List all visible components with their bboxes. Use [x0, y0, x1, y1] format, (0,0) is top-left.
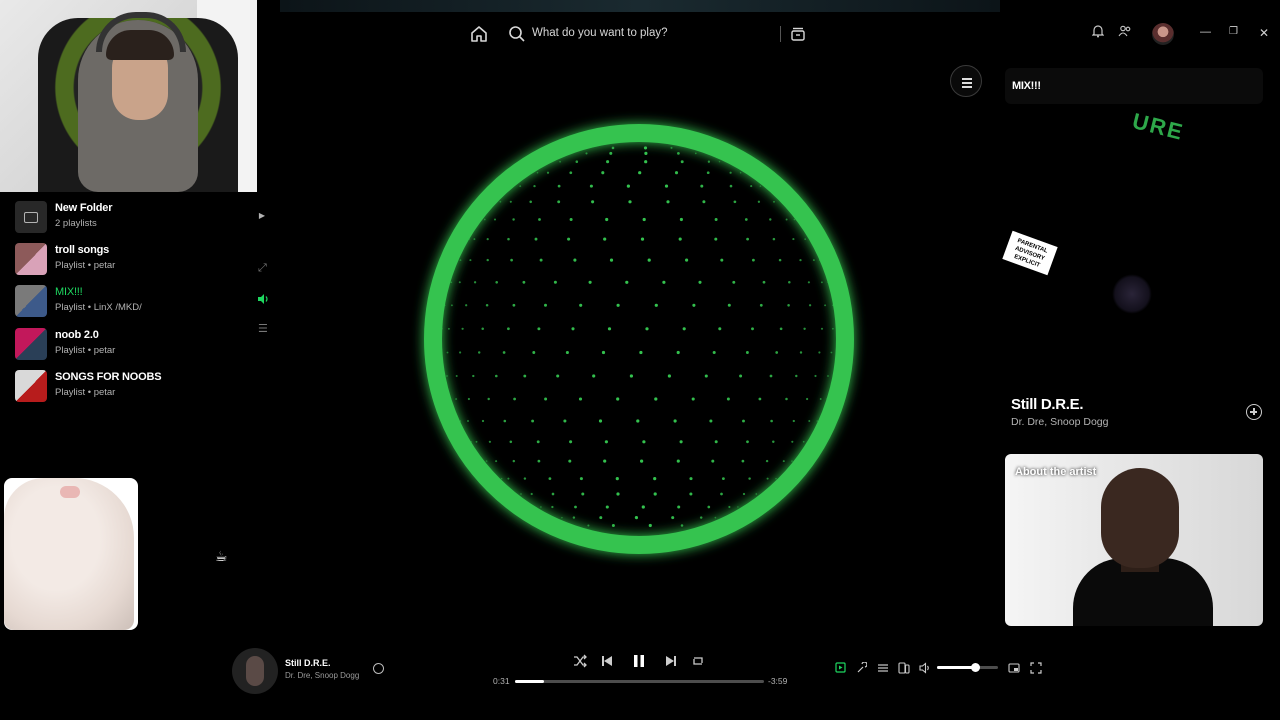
add-to-library-button[interactable] [373, 663, 384, 674]
volume-knob[interactable] [970, 663, 980, 672]
sticker-icon: ☕ [215, 548, 228, 564]
library-item-mix[interactable]: MIX!!! Playlist • LinX /MKD/ [15, 284, 268, 318]
leaf-icon [1078, 378, 1124, 380]
player-bar: Still D.R.E. Dr. Dre, Snoop Dogg 0:31 -3… [0, 632, 1280, 720]
artist-photo [1073, 458, 1213, 626]
fullscreen-icon[interactable] [1030, 662, 1042, 674]
search-input[interactable]: What do you want to play? [532, 27, 668, 39]
chevron-right-icon[interactable]: ▶ [259, 211, 265, 220]
now-playing-view-icon[interactable] [835, 662, 846, 674]
album-cover: URE PARENTAL ADVISORY EXPLICIT [1000, 110, 1272, 380]
volume-fill [937, 666, 975, 669]
sphere-visualizer [424, 124, 854, 554]
library-item-subtitle: 2 playlists [55, 218, 97, 229]
parental-advisory-label: PARENTAL ADVISORY EXPLICIT [1002, 230, 1058, 276]
repeat-icon[interactable] [691, 654, 705, 668]
top-bar: What do you want to play? — ❐ ✕ [278, 0, 1280, 66]
panel-header: MIX!!! [1005, 68, 1263, 104]
close-icon[interactable]: ✕ [1259, 26, 1269, 40]
library-item-new-folder[interactable]: New Folder 2 playlists ▶ [15, 200, 265, 234]
volume-icon[interactable] [919, 662, 931, 674]
browse-icon[interactable] [790, 26, 806, 42]
about-artist-label: About the artist [1015, 466, 1097, 478]
sphere-dots [441, 146, 838, 528]
library-item-subtitle: Playlist • petar [55, 345, 116, 356]
cat-overlay-image [4, 478, 138, 630]
search-bar[interactable]: What do you want to play? [500, 18, 810, 50]
now-playing-artist[interactable]: Dr. Dre, Snoop Dogg [285, 671, 359, 680]
remaining-time: -3:59 [768, 676, 788, 686]
queue-icon[interactable] [877, 662, 889, 674]
elapsed-time: 0:31 [493, 676, 510, 686]
microphone-icon[interactable] [856, 662, 867, 674]
playlist-cover [15, 328, 47, 360]
visualizer-view [290, 60, 990, 630]
now-playing-speaker-icon [258, 294, 268, 304]
library-item-subtitle: Playlist • LinX /MKD/ [55, 302, 142, 313]
previous-icon[interactable] [601, 655, 613, 667]
progress-bar[interactable] [515, 680, 764, 683]
library-item-title: MIX!!! [55, 286, 83, 298]
cover-lettering: URE [1129, 110, 1187, 145]
shuffle-icon[interactable] [573, 654, 587, 668]
about-artist-card[interactable]: About the artist [1005, 454, 1263, 626]
library-item-subtitle: Playlist • petar [55, 260, 116, 271]
folder-icon [15, 201, 47, 233]
playlist-cover [15, 370, 47, 402]
now-playing-title[interactable]: Still D.R.E. [285, 658, 331, 668]
playlist-cover [15, 243, 47, 275]
panel-playlist-title[interactable]: MIX!!! [1012, 80, 1041, 92]
track-title[interactable]: Still D.R.E. [1011, 396, 1084, 413]
pause-button[interactable] [632, 654, 646, 668]
library-item-subtitle: Playlist • petar [55, 387, 116, 398]
next-icon[interactable] [665, 655, 677, 667]
library-item-songs-for-noobs[interactable]: SONGS FOR NOOBS Playlist • petar [15, 369, 265, 403]
search-divider [780, 26, 781, 42]
minimize-icon[interactable]: — [1200, 26, 1211, 38]
home-icon[interactable] [468, 23, 490, 45]
search-icon [509, 26, 525, 42]
header-image-strip [280, 0, 1000, 12]
cover-glow [1112, 274, 1152, 314]
progress-fill [515, 680, 544, 683]
add-to-playlist-button[interactable] [1246, 404, 1262, 420]
friends-icon[interactable] [1118, 24, 1132, 38]
library-item-title: SONGS FOR NOOBS [55, 371, 162, 383]
sphere-ring [424, 124, 854, 554]
user-avatar[interactable] [1152, 23, 1174, 45]
now-playing-panel: MIX!!! URE PARENTAL ADVISORY EXPLICIT Stil… [1000, 60, 1272, 635]
track-artists[interactable]: Dr. Dre, Snoop Dogg [1011, 416, 1108, 428]
track-info-card: Still D.R.E. Dr. Dre, Snoop Dogg [1005, 388, 1267, 436]
library-item-noob-2[interactable]: noob 2.0 Playlist • petar [15, 327, 265, 361]
visualizer-menu-button[interactable] [950, 65, 982, 97]
bell-icon[interactable] [1092, 24, 1104, 38]
library-item-title: troll songs [55, 244, 110, 256]
webcam-overlay [0, 0, 257, 192]
volume-slider[interactable] [937, 663, 998, 672]
restore-icon[interactable]: ❐ [1229, 26, 1238, 37]
library-item-title: noob 2.0 [55, 329, 99, 341]
now-playing-thumbnail[interactable] [232, 648, 278, 694]
playlist-cover [15, 285, 47, 317]
library-item-troll-songs[interactable]: troll songs Playlist • petar [15, 242, 265, 276]
connect-device-icon[interactable] [898, 662, 910, 674]
library-item-title: New Folder [55, 202, 113, 214]
miniplayer-icon[interactable] [1008, 662, 1020, 674]
